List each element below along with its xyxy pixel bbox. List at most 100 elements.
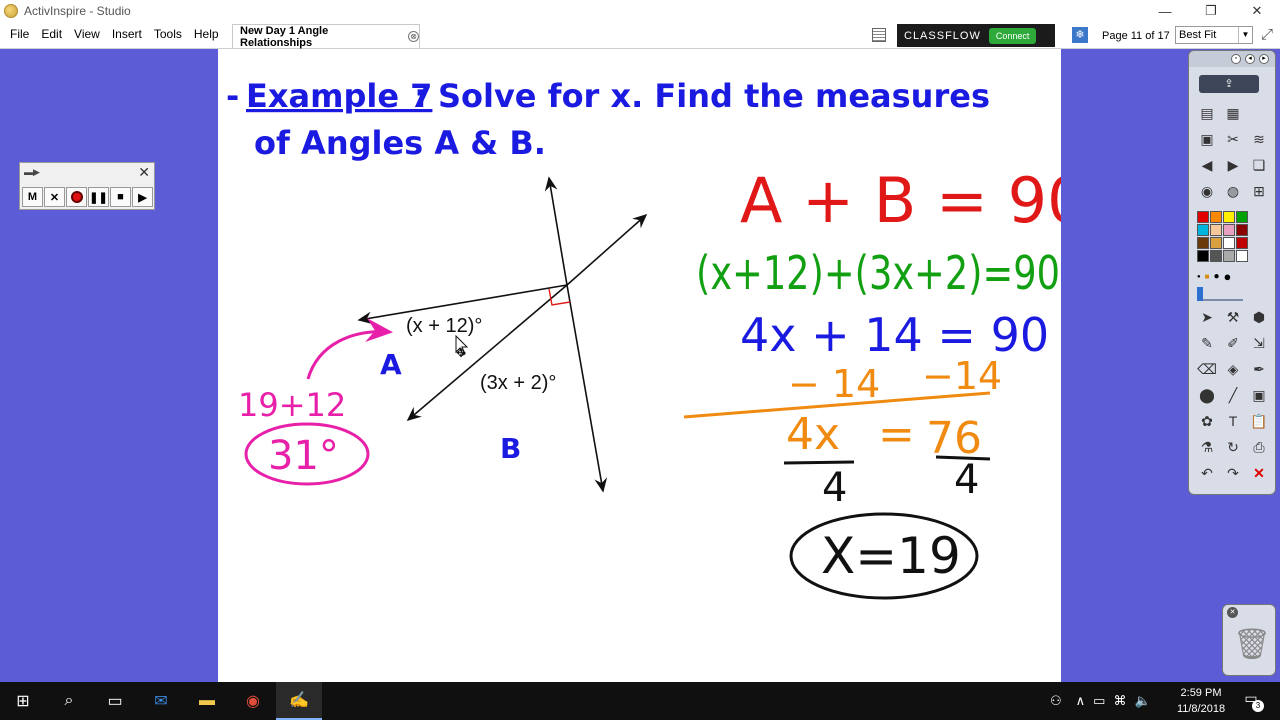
recorder-mute-button[interactable]: M [22,187,43,207]
trash-can-icon[interactable]: 🗑 [1233,627,1271,667]
magic-ink-icon[interactable]: ⚒ [1221,305,1245,329]
recorder-close-icon[interactable]: ✕ [138,164,150,181]
recorder-stop-button[interactable]: ■ [110,187,131,207]
swatch-yellow[interactable] [1223,211,1235,223]
reset-icon[interactable]: ↻ [1221,435,1245,459]
redo-icon[interactable]: ↷ [1221,461,1245,485]
swatch-orange[interactable] [1210,211,1222,223]
heading-example-link[interactable]: Example 7 [246,77,432,115]
flask-icon[interactable]: ⚗ [1195,435,1219,459]
snowflake-icon[interactable]: ❄ [1072,27,1088,43]
toolbox-pin-icon[interactable]: ▫ [1231,54,1241,64]
swatch-maroon[interactable] [1236,224,1248,236]
swatch-white-2[interactable] [1236,250,1248,262]
fullscreen-icon[interactable]: ⤢ [1258,26,1276,44]
close-window-button[interactable]: ✕ [1234,0,1280,22]
flipchart-tab[interactable]: New Day 1 Angle Relationships ⊗ [232,24,420,49]
recorder-panel[interactable]: ▬▶ ✕ M ✕ ❚❚ ■ ▶ [19,162,155,210]
volume-icon[interactable]: 🔈 [1134,693,1150,709]
next-page-icon[interactable]: ▶ [1221,153,1245,177]
pen-size-medium-icon[interactable]: ■ [1205,272,1210,281]
play-icon[interactable]: ◉ [1195,179,1219,203]
file-explorer-icon[interactable]: ▬ [184,682,230,720]
swatch-white[interactable] [1223,237,1235,249]
trash-close-icon[interactable]: ✕ [1227,607,1238,618]
previous-page-icon[interactable]: ◀ [1195,153,1219,177]
swatch-peach[interactable] [1210,224,1222,236]
outlook-icon[interactable]: ✉ [138,682,184,720]
pen-size-small-icon[interactable]: ● [1197,274,1201,280]
slider-knob[interactable] [1197,287,1203,301]
trash-panel[interactable]: ✕ 🗑 [1222,604,1276,676]
marker-icon[interactable]: ✒ [1247,357,1271,381]
resource-icon[interactable]: ▦ [1221,101,1245,125]
print-icon[interactable]: ⎙ [1247,435,1271,459]
tab-close-icon[interactable]: ⊗ [408,31,419,42]
select-icon[interactable]: ➤ [1195,305,1219,329]
save-icon[interactable]: ▣ [1247,383,1271,407]
battery-icon[interactable]: ▭ [1093,693,1105,709]
zoom-select[interactable]: Best Fit ▼ [1175,26,1253,44]
pen-size-xlarge-icon[interactable]: ● [1224,269,1232,284]
main-menu-button[interactable]: ⇪ [1199,75,1259,93]
swatch-red[interactable] [1197,211,1209,223]
tools-icon[interactable]: ✂ [1221,127,1245,151]
chrome-icon[interactable]: ◉ [230,682,276,720]
menu-edit[interactable]: Edit [35,22,68,46]
swatch-dark-gray[interactable] [1210,250,1222,262]
recorder-cancel-button[interactable]: ✕ [44,187,65,207]
toolbox-header[interactable]: ▫ ◂ ▸ [1189,51,1275,67]
people-icon[interactable]: ⚇ [1050,693,1062,709]
menu-help[interactable]: Help [188,22,225,46]
swatch-brown[interactable] [1197,237,1209,249]
swatch-dark-red[interactable] [1236,237,1248,249]
grid-icon[interactable]: ⊞ [1247,179,1271,203]
pen-width-slider[interactable] [1197,287,1243,301]
toolbox-dock-icon[interactable]: ◂ [1245,54,1255,64]
menu-file[interactable]: File [4,22,35,46]
shapes-icon[interactable]: ⬤ [1195,383,1219,407]
pen-icon[interactable]: ✎ [1195,331,1219,355]
page-icon[interactable]: ❏ [1247,153,1271,177]
eraser-icon[interactable]: ⌫ [1195,357,1219,381]
main-toolbox[interactable]: ▫ ◂ ▸ ⇪ ▤ ▦ ▣ ✂ ≋ ◀ ▶ ❏ ◉ ◍ ⊞ ● ■ ● ● ➤ … [1188,50,1276,495]
swatch-tan[interactable] [1210,237,1222,249]
menu-view[interactable]: View [68,22,106,46]
classflow-connect-button[interactable]: Connect [988,27,1037,44]
fill-icon[interactable]: ◈ [1221,357,1245,381]
desktop-annotate-icon[interactable]: ▣ [1195,127,1219,151]
search-icon[interactable]: ⌕ [46,682,92,720]
network-icon[interactable]: ⌘ [1113,693,1126,709]
line-icon[interactable]: ╱ [1221,383,1245,407]
toolbox-close-icon[interactable]: ▸ [1259,54,1269,64]
swatch-green[interactable] [1236,211,1248,223]
pen-size-large-icon[interactable]: ● [1213,271,1219,282]
chevron-down-icon[interactable]: ▼ [1238,27,1252,43]
globe-icon[interactable]: ◍ [1221,179,1245,203]
activinspire-taskbar-icon[interactable]: ✍ [276,682,322,720]
shape-recognition-icon[interactable]: ⬢ [1247,305,1271,329]
connector-icon[interactable]: ⇲ [1247,331,1271,355]
layers-icon[interactable]: ≋ [1247,127,1271,151]
tray-chevron-up-icon[interactable]: ∧ [1076,693,1086,709]
text-icon[interactable]: T [1221,409,1245,433]
menu-tools[interactable]: Tools [148,22,188,46]
clock[interactable]: 2:59 PM 11/8/2018 [1168,685,1234,717]
page-sorter-icon[interactable] [872,28,886,42]
clipboard-icon[interactable]: 📋 [1247,409,1271,433]
swatch-cyan[interactable] [1197,224,1209,236]
delete-icon[interactable]: ✕ [1247,461,1271,485]
undo-icon[interactable]: ↶ [1195,461,1219,485]
minimize-button[interactable]: — [1142,0,1188,22]
highlighter-icon[interactable]: ✐ [1221,331,1245,355]
recorder-play-button[interactable]: ▶ [132,187,153,207]
swatch-black[interactable] [1197,250,1209,262]
task-view-icon[interactable]: ▭ [92,682,138,720]
swatch-pink[interactable] [1223,224,1235,236]
recorder-pause-button[interactable]: ❚❚ [88,187,109,207]
flipchart-page[interactable]: - Example 7 : Solve for x. Find the meas… [218,49,1061,682]
browser-icon[interactable]: ▤ [1195,101,1219,125]
restore-button[interactable]: ❐ [1188,0,1234,22]
clipart-icon[interactable]: ✿ [1195,409,1219,433]
swatch-gray[interactable] [1223,250,1235,262]
